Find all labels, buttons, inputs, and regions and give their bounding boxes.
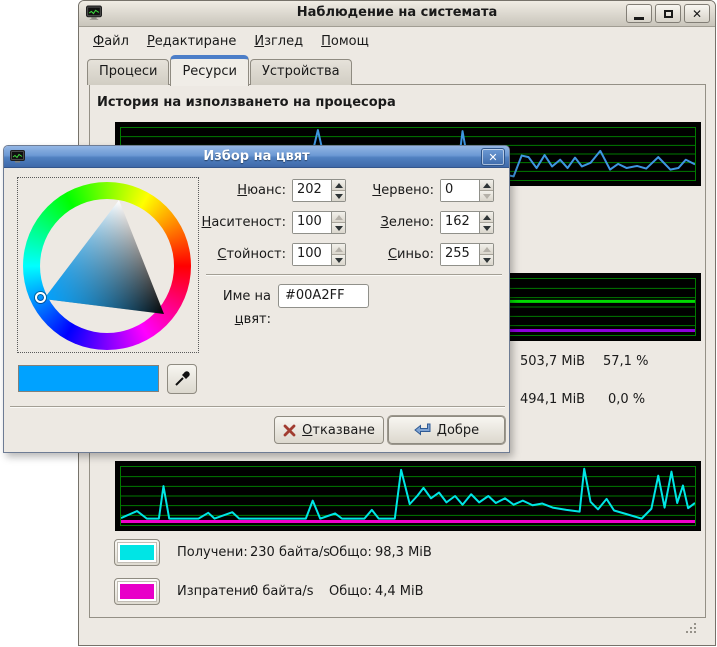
resize-grip[interactable]: [685, 619, 699, 635]
blue-spin-down-button[interactable]: [480, 254, 493, 265]
sent-color-button[interactable]: [114, 578, 160, 605]
cancel-x-icon: [283, 424, 296, 437]
arrow-up-icon: [335, 247, 343, 252]
sent-rate: 0 байта/s: [250, 584, 314, 599]
saturation-spin-down-button[interactable]: [332, 222, 345, 233]
blue-spinbox: 255: [440, 243, 494, 266]
green-spin-down-button[interactable]: [480, 222, 493, 233]
menu-view[interactable]: Изглед: [246, 30, 311, 53]
color-name-input[interactable]: #00A2FF: [278, 284, 369, 308]
color-name-label: Име на цвят:: [184, 285, 271, 308]
saturation-label: Наситеност:: [199, 211, 286, 234]
tab-processes[interactable]: Процеси: [87, 59, 169, 85]
sent-color-swatch: [120, 584, 154, 599]
swap-used-value: 494,1 MiB: [520, 392, 585, 407]
red-spinbox: 0: [440, 179, 494, 202]
received-color-swatch: [120, 545, 154, 560]
color-preview: [18, 365, 159, 392]
cancel-button-label: Отказване: [302, 423, 375, 438]
value-input[interactable]: 100: [293, 244, 331, 265]
menu-file[interactable]: Файл: [85, 30, 137, 53]
received-rate: 230 байта/s: [250, 545, 330, 560]
menu-help[interactable]: Помощ: [313, 30, 377, 53]
sent-total: 4,4 MiB: [375, 584, 424, 599]
window-title: Наблюдение на системата: [79, 5, 715, 20]
red-input[interactable]: 0: [441, 180, 479, 201]
received-total-label: Общо:: [329, 545, 372, 560]
arrow-up-icon: [483, 183, 491, 188]
cancel-button[interactable]: Отказване: [274, 416, 384, 444]
red-spin-up-button[interactable]: [480, 180, 493, 190]
received-color-button[interactable]: [114, 539, 160, 566]
tab-strip: Процеси Ресурси Устройства: [87, 53, 353, 85]
minimize-button[interactable]: [626, 4, 652, 23]
ok-button-label: Добре: [437, 423, 479, 438]
maximize-button[interactable]: [655, 4, 681, 23]
arrow-down-icon: [335, 258, 343, 263]
color-wheel-widget[interactable]: [17, 177, 199, 353]
hue-spin-up-button[interactable]: [332, 180, 345, 190]
dialog-titlebar[interactable]: Избор на цвят ✕: [4, 146, 509, 168]
hue-label: Нюанс:: [199, 179, 286, 202]
saturation-spin-up-button[interactable]: [332, 212, 345, 222]
menubar: Файл Редактиране Изглед Помощ: [85, 28, 377, 54]
value-label: Стойност:: [199, 243, 286, 266]
hue-spinbox: 202: [292, 179, 346, 202]
arrow-up-icon: [483, 247, 491, 252]
saturation-spinbox: 100: [292, 211, 346, 234]
cpu-section-title: История на използването на процесора: [97, 95, 396, 110]
blue-spin-up-button[interactable]: [480, 244, 493, 254]
hue-input[interactable]: 202: [293, 180, 331, 201]
memory-used-percent: 57,1 %: [603, 354, 648, 369]
maximize-icon: [664, 10, 673, 18]
color-picker-dialog: Избор на цвят ✕ Нюан: [3, 145, 510, 453]
sent-label: Изпратени:: [177, 584, 255, 599]
memory-used-value: 503,7 MiB: [520, 354, 585, 369]
value-spin-up-button[interactable]: [332, 244, 345, 254]
arrow-down-icon: [483, 194, 491, 199]
hue-spin-down-button[interactable]: [332, 190, 345, 201]
saturation-input[interactable]: 100: [293, 212, 331, 233]
menu-edit[interactable]: Редактиране: [139, 30, 244, 53]
eyedropper-icon: [173, 370, 191, 388]
arrow-up-icon: [483, 215, 491, 220]
tab-resources[interactable]: Ресурси: [170, 55, 249, 86]
main-window-titlebar[interactable]: Наблюдение на системата ✕: [79, 1, 715, 27]
arrow-down-icon: [483, 258, 491, 263]
fields-separator: [206, 274, 502, 276]
arrow-down-icon: [335, 194, 343, 199]
value-spin-down-button[interactable]: [332, 254, 345, 265]
green-label: Зелено:: [356, 211, 434, 234]
eyedropper-button[interactable]: [167, 364, 197, 394]
hue-selector-marker[interactable]: [35, 292, 46, 303]
ok-button[interactable]: Добре: [388, 416, 505, 444]
network-history-chart: [115, 461, 701, 531]
action-area-separator: [10, 406, 505, 408]
close-button[interactable]: ✕: [684, 4, 710, 23]
value-spinbox: 100: [292, 243, 346, 266]
red-label: Червено:: [356, 179, 434, 202]
blue-input[interactable]: 255: [441, 244, 479, 265]
minimize-icon: [634, 17, 644, 20]
green-input[interactable]: 162: [441, 212, 479, 233]
dialog-close-button[interactable]: ✕: [481, 148, 505, 166]
swap-used-percent: 0,0 %: [608, 392, 645, 407]
received-label: Получени:: [177, 545, 248, 560]
arrow-down-icon: [335, 226, 343, 231]
red-spin-down-button[interactable]: [480, 190, 493, 201]
tab-devices[interactable]: Устройства: [250, 59, 352, 85]
green-spinbox: 162: [440, 211, 494, 234]
sent-total-label: Общо:: [329, 584, 372, 599]
blue-label: Синьо:: [356, 243, 434, 266]
saturation-value-triangle[interactable]: [18, 178, 200, 354]
dialog-title: Избор на цвят: [4, 149, 509, 164]
arrow-up-icon: [335, 183, 343, 188]
arrow-down-icon: [483, 226, 491, 231]
received-total: 98,3 MiB: [375, 545, 432, 560]
close-icon: ✕: [488, 151, 497, 164]
green-spin-up-button[interactable]: [480, 212, 493, 222]
ok-enter-arrow-icon: [414, 423, 431, 437]
close-icon: ✕: [692, 8, 702, 20]
arrow-up-icon: [335, 215, 343, 220]
